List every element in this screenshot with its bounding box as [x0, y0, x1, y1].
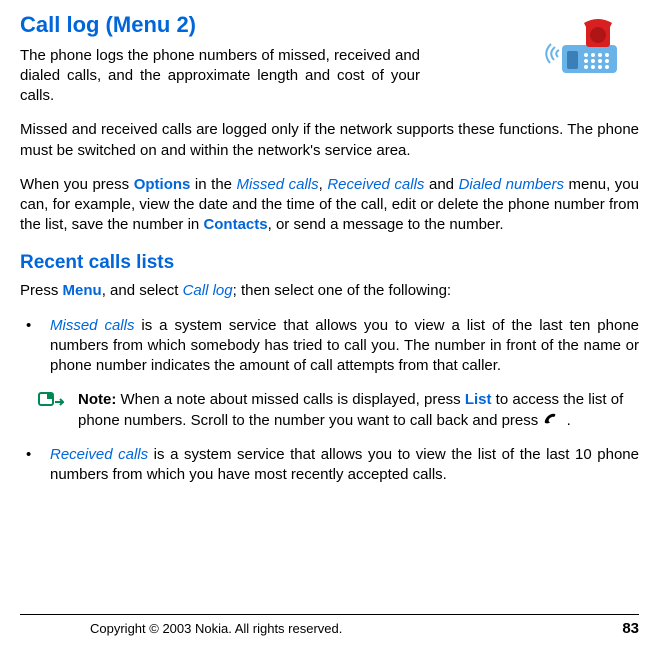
intro-paragraph-2: Missed and received calls are logged onl…: [20, 120, 639, 161]
note-icon: [38, 390, 78, 431]
call-log-label: Call log: [183, 282, 233, 299]
bullet-icon: •: [26, 445, 50, 486]
list-label: List: [465, 391, 492, 408]
page-footer: Copyright © 2003 Nokia. All rights reser…: [20, 614, 639, 639]
missed-calls-bullet-label: Missed calls: [50, 317, 134, 334]
note-label: Note:: [78, 391, 116, 408]
received-calls-bullet-label: Received calls: [50, 446, 148, 463]
intro-paragraph-1: The phone logs the phone numbers of miss…: [20, 46, 420, 107]
contacts-label: Contacts: [203, 216, 267, 233]
list-item: • Missed calls is a system service that …: [20, 316, 639, 377]
received-calls-label: Received calls: [327, 176, 424, 193]
page-number: 83: [622, 619, 639, 639]
note-block: Note: When a note about missed calls is …: [20, 390, 639, 431]
subtitle-recent-calls: Recent calls lists: [20, 250, 639, 276]
recent-calls-intro: Press Menu, and select Call log; then se…: [20, 281, 639, 301]
missed-calls-label: Missed calls: [237, 176, 319, 193]
dialed-numbers-label: Dialed numbers: [459, 176, 564, 193]
list-item: • Received calls is a system service tha…: [20, 445, 639, 486]
bullet-icon: •: [26, 316, 50, 377]
call-key-icon: [542, 411, 562, 431]
phone-illustration-icon: [544, 15, 629, 86]
copyright-text: Copyright © 2003 Nokia. All rights reser…: [20, 620, 342, 638]
options-paragraph: When you press Options in the Missed cal…: [20, 175, 639, 236]
options-label: Options: [134, 176, 191, 193]
menu-label: Menu: [63, 282, 102, 299]
